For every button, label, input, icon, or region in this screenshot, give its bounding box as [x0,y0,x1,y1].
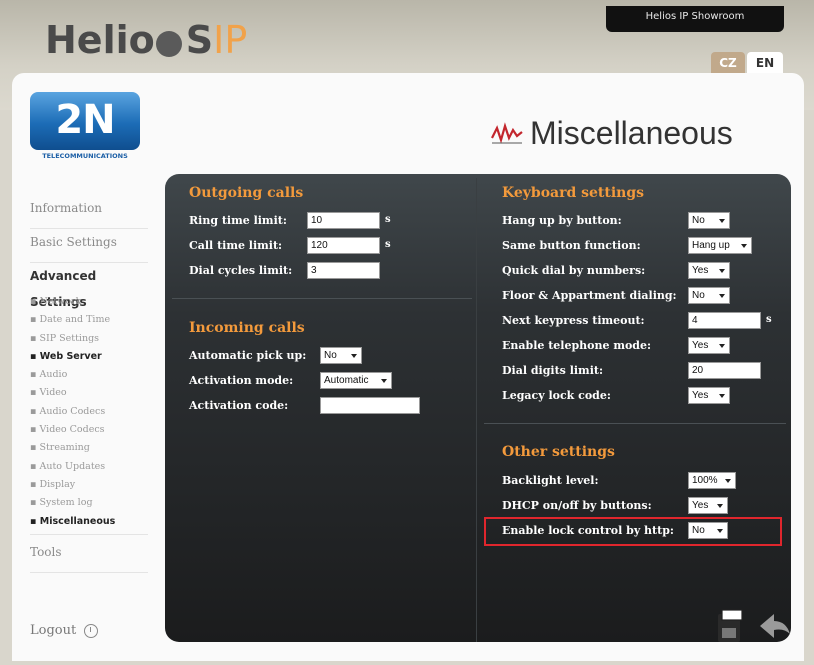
lang-en-button[interactable]: EN [747,52,783,74]
floor-dialing-label: Floor & Appartment dialing: [502,289,677,302]
telephone-mode-select[interactable]: Yes [688,337,730,354]
dhcp-select[interactable]: Yes [688,497,728,514]
backlight-label: Backlight level: [502,474,599,487]
2n-logo-subtitle: TELECOMMUNICATIONS [42,152,128,160]
quick-dial-select[interactable]: Yes [688,262,730,279]
legacy-lock-select[interactable]: Yes [688,387,730,404]
activation-mode-select[interactable]: Automatic [320,372,392,389]
2n-logo: 2N [30,92,140,150]
sidebar-subitem-date-time[interactable]: ▪ Date and Time [30,311,148,329]
chevron-down-icon [719,219,725,223]
activation-code-input[interactable] [320,397,420,414]
chevron-down-icon [717,504,723,508]
chevron-down-icon [381,379,387,383]
sidebar-subitem-video[interactable]: ▪ Video [30,384,148,402]
action-icons [714,608,794,646]
sidebar-item-information[interactable]: Information [30,195,148,229]
next-keypress-label: Next keypress timeout: [502,314,645,327]
hangup-select[interactable]: No [688,212,730,229]
ring-time-label: Ring time limit: [189,214,287,227]
heliosip-logo: Helio SIP [45,18,248,62]
dial-cycles-label: Dial cycles limit: [189,264,293,277]
quick-dial-label: Quick dial by numbers: [502,264,646,277]
auto-pickup-select[interactable]: No [320,347,362,364]
auto-pickup-label: Automatic pick up: [189,349,307,362]
chevron-down-icon [725,479,731,483]
sidebar-subitem-sip-settings[interactable]: ▪ SIP Settings [30,330,148,348]
power-icon [84,623,99,638]
other-settings-title: Other settings [502,444,615,460]
sidebar-subitem-network[interactable]: ▪ Network [30,293,148,311]
activation-mode-label: Activation mode: [189,374,294,387]
floor-dialing-select[interactable]: No [688,287,730,304]
lock-http-label: Enable lock control by http: [502,524,674,537]
sidebar-subitem-audio-codecs[interactable]: ▪ Audio Codecs [30,403,148,421]
sidebar-subitem-display[interactable]: ▪ Display [30,476,148,494]
gear-icon [155,31,182,57]
chevron-down-icon [719,394,725,398]
ring-time-unit: s [385,214,391,225]
chevron-down-icon [741,244,747,248]
sidebar-item-basic-settings[interactable]: Basic Settings [30,229,148,263]
waveform-icon [491,122,523,144]
sidebar-subitem-auto-updates[interactable]: ▪ Auto Updates [30,458,148,476]
backlight-select[interactable]: 100% [688,472,736,489]
legacy-lock-label: Legacy lock code: [502,389,611,402]
same-button-label: Same button function: [502,239,641,252]
sidebar: Information Basic Settings Advanced Sett… [30,195,148,573]
dial-cycles-input[interactable]: 3 [307,262,380,279]
hangup-label: Hang up by button: [502,214,622,227]
dial-digits-label: Dial digits limit: [502,364,604,377]
call-time-label: Call time limit: [189,239,283,252]
sidebar-subitem-streaming[interactable]: ▪ Streaming [30,439,148,457]
keyboard-settings-title: Keyboard settings [502,185,645,201]
save-icon[interactable] [714,608,748,646]
next-keypress-input[interactable]: 4 [688,312,761,329]
sidebar-subitem-system-log[interactable]: ▪ System log [30,494,148,512]
telephone-mode-label: Enable telephone mode: [502,339,652,352]
logout-button[interactable]: Logout [30,623,99,638]
showroom-label: Helios IP Showroom [606,6,784,32]
section-divider [172,298,472,299]
chevron-down-icon [719,294,725,298]
dhcp-label: DHCP on/off by buttons: [502,499,652,512]
sidebar-subitem-audio[interactable]: ▪ Audio [30,366,148,384]
chevron-down-icon [719,344,725,348]
sidebar-subitem-miscellaneous[interactable]: ▪ Miscellaneous [30,513,148,535]
same-button-select[interactable]: Hang up [688,237,752,254]
chevron-down-icon [351,354,357,358]
call-time-input[interactable]: 120 [307,237,380,254]
chevron-down-icon [717,529,723,533]
dial-digits-input[interactable]: 20 [688,362,761,379]
chevron-down-icon [719,269,725,273]
activation-code-label: Activation code: [189,399,289,412]
call-time-unit: s [385,239,391,250]
section-divider [484,423,786,424]
back-arrow-icon[interactable] [756,608,794,646]
sidebar-subitem-video-codecs[interactable]: ▪ Video Codecs [30,421,148,439]
sidebar-subitem-web-server[interactable]: ▪ Web Server [30,348,148,366]
outgoing-calls-title: Outgoing calls [189,185,304,201]
column-divider [476,178,477,642]
lang-cz-button[interactable]: CZ [711,52,745,74]
sidebar-item-advanced-settings[interactable]: Advanced Settings [30,263,148,309]
next-keypress-unit: s [766,314,772,325]
lock-http-select[interactable]: No [688,522,728,539]
page-title: Miscellaneous [490,113,733,153]
sidebar-item-tools[interactable]: Tools [30,539,148,573]
ring-time-input[interactable]: 10 [307,212,380,229]
incoming-calls-title: Incoming calls [189,320,305,336]
